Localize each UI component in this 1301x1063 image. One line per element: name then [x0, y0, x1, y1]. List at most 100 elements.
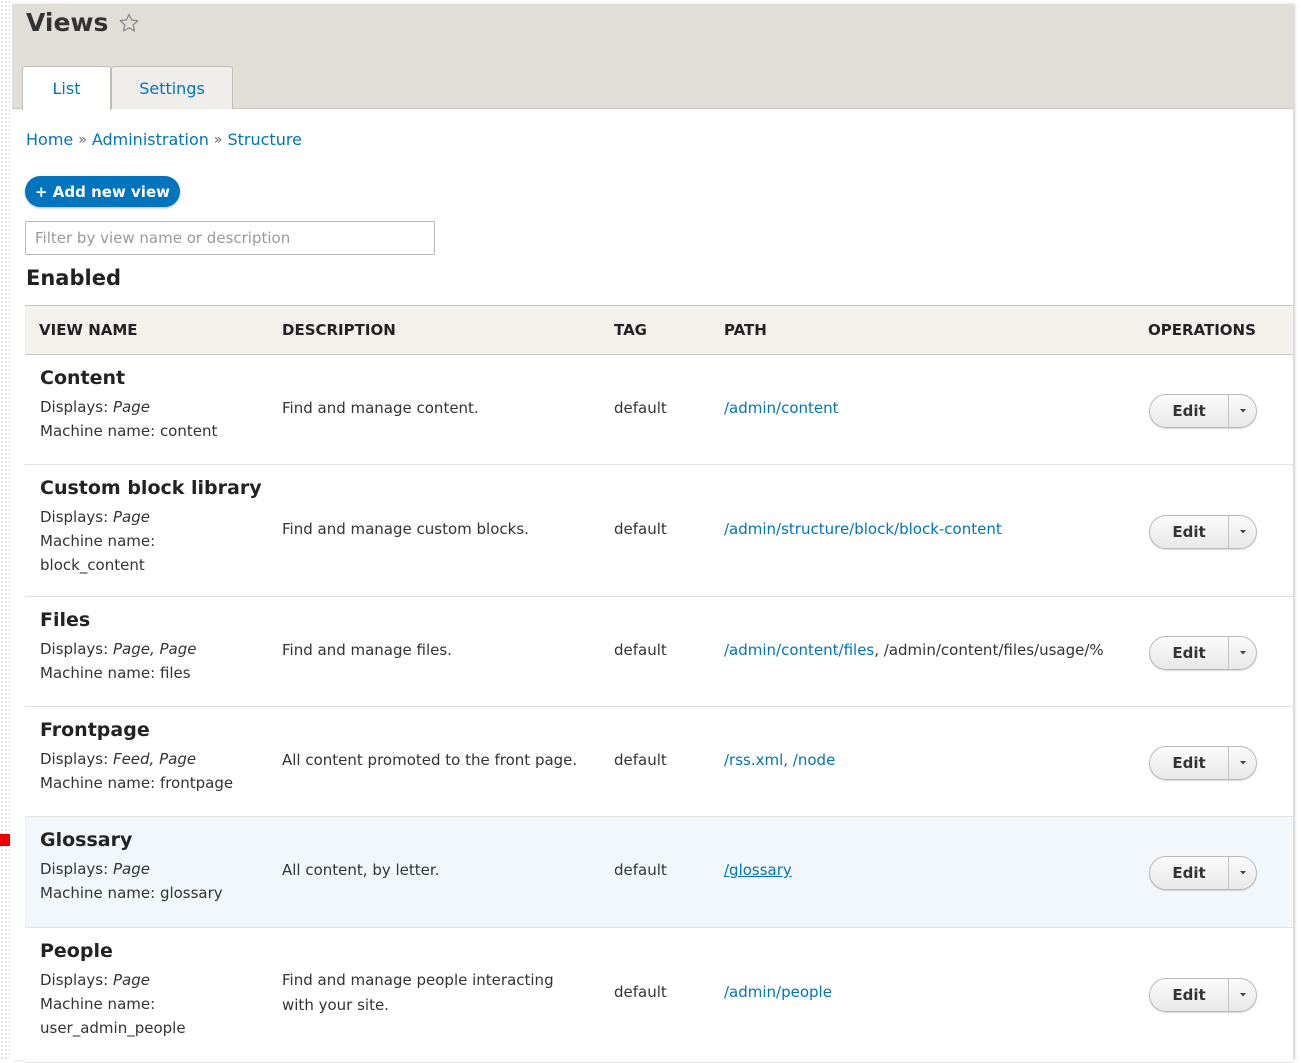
displays-value: Page	[112, 860, 150, 878]
displays-label: Displays:	[40, 398, 109, 416]
machine-name-value: block_content	[40, 556, 145, 574]
machine-name-label: Machine name:	[40, 532, 156, 550]
edit-button[interactable]: Edit	[1150, 395, 1229, 427]
page-title: Views	[26, 8, 140, 37]
displays-value: Page, Page	[112, 640, 197, 658]
breadcrumb-home[interactable]: Home	[26, 130, 73, 149]
chevron-down-icon	[1239, 409, 1246, 413]
table-row: Glossary Displays: Page Machine name: gl…	[25, 817, 1293, 928]
view-name-cell: Content Displays: Page Machine name: con…	[40, 367, 217, 443]
machine-name-value: content	[159, 422, 218, 440]
view-name: People	[40, 940, 113, 962]
add-new-view-button[interactable]: + Add new view	[25, 176, 180, 207]
header-description: DESCRIPTION	[282, 321, 396, 339]
displays-value: Feed, Page	[112, 750, 197, 768]
dropdown-toggle[interactable]	[1229, 516, 1256, 548]
header-path: PATH	[724, 321, 767, 339]
header-operations: OPERATIONS	[1148, 321, 1256, 339]
breadcrumb-separator: »	[213, 131, 223, 148]
path-link[interactable]: /admin/content/files	[724, 641, 874, 659]
view-name-cell: Files Displays: Page, Page Machine name:…	[40, 609, 196, 685]
path-link[interactable]: /rss.xml, /node	[724, 751, 835, 769]
operations-dropbutton: Edit	[1149, 515, 1257, 549]
left-edge-decoration	[0, 0, 10, 1060]
tag: default	[614, 520, 667, 538]
view-name: Content	[40, 367, 126, 389]
star-icon[interactable]	[118, 12, 140, 34]
displays-label: Displays:	[40, 971, 109, 989]
section-title-enabled: Enabled	[26, 266, 121, 290]
chevron-down-icon	[1239, 993, 1246, 997]
breadcrumb-structure[interactable]: Structure	[227, 130, 301, 149]
displays-label: Displays:	[40, 860, 109, 878]
filter-input[interactable]	[25, 221, 435, 255]
chevron-down-icon	[1239, 530, 1246, 534]
machine-name-value: files	[159, 664, 191, 682]
dropdown-toggle[interactable]	[1229, 637, 1256, 669]
view-name-cell: Custom block library Displays: Page Mach…	[40, 477, 262, 577]
operations-dropbutton: Edit	[1149, 746, 1257, 780]
edit-button[interactable]: Edit	[1150, 516, 1229, 548]
view-name: Files	[40, 609, 91, 631]
machine-name-value: glossary	[159, 884, 223, 902]
machine-name-label: Machine name:	[40, 995, 156, 1013]
description: Find and manage files.	[282, 641, 452, 659]
displays-value: Page	[112, 398, 150, 416]
view-name: Frontpage	[40, 719, 150, 741]
view-name-cell: People Displays: Page Machine name: user…	[40, 940, 186, 1040]
edit-button[interactable]: Edit	[1150, 747, 1229, 779]
chevron-down-icon	[1239, 651, 1246, 655]
machine-name-value: frontpage	[159, 774, 234, 792]
breadcrumb-separator: »	[78, 131, 87, 148]
view-name-cell: Glossary Displays: Page Machine name: gl…	[40, 829, 223, 905]
displays-label: Displays:	[40, 508, 109, 526]
row-marker	[0, 834, 10, 846]
dropdown-toggle[interactable]	[1229, 857, 1256, 889]
operations-dropbutton: Edit	[1149, 856, 1257, 890]
machine-name-label: Machine name:	[40, 774, 156, 792]
tag: default	[614, 751, 667, 769]
edit-button[interactable]: Edit	[1150, 637, 1229, 669]
path-link[interactable]: /admin/content	[724, 399, 839, 417]
tag: default	[614, 641, 667, 659]
description: Find and manage content.	[282, 399, 479, 417]
tab-settings[interactable]: Settings	[111, 66, 233, 109]
path-link-text[interactable]: /glossary	[724, 861, 792, 879]
dropdown-toggle[interactable]	[1229, 395, 1256, 427]
displays-value: Page	[112, 971, 150, 989]
displays-label: Displays:	[40, 640, 109, 658]
path-link[interactable]: /admin/structure/block/block-content	[724, 520, 1002, 538]
breadcrumb-administration[interactable]: Administration	[92, 130, 209, 149]
machine-name-label: Machine name:	[40, 884, 156, 902]
table-row: Content Displays: Page Machine name: con…	[25, 355, 1293, 465]
dropdown-toggle[interactable]	[1229, 747, 1256, 779]
path-link[interactable]: /glossary	[724, 861, 792, 879]
path-link[interactable]: /admin/people	[724, 983, 832, 1001]
machine-name-label: Machine name:	[40, 664, 156, 682]
table-row: Files Displays: Page, Page Machine name:…	[25, 597, 1293, 707]
edit-button[interactable]: Edit	[1150, 979, 1229, 1011]
tab-list[interactable]: List	[22, 66, 111, 110]
description: All content promoted to the front page.	[282, 751, 578, 769]
table-row: People Displays: Page Machine name: user…	[25, 928, 1293, 1063]
page-title-text: Views	[26, 8, 109, 37]
table-header: VIEW NAME DESCRIPTION TAG PATH OPERATION…	[25, 305, 1293, 355]
chevron-down-icon	[1239, 761, 1246, 765]
description: Find and manage custom blocks.	[282, 520, 529, 538]
view-name: Custom block library	[40, 477, 262, 499]
breadcrumb: Home » Administration » Structure	[26, 130, 302, 149]
view-name-cell: Frontpage Displays: Feed, Page Machine n…	[40, 719, 233, 795]
tag: default	[614, 399, 667, 417]
header-view-name[interactable]: VIEW NAME	[39, 321, 138, 339]
displays-value: Page	[112, 508, 150, 526]
dropdown-toggle[interactable]	[1229, 979, 1256, 1011]
views-table: VIEW NAME DESCRIPTION TAG PATH OPERATION…	[25, 305, 1293, 1063]
path-cell: /admin/content/files, /admin/content/fil…	[724, 641, 1104, 659]
edit-button[interactable]: Edit	[1150, 857, 1229, 889]
chevron-down-icon	[1239, 871, 1246, 875]
header-tag: TAG	[614, 321, 647, 339]
path-link-secondary[interactable]: , /admin/content/files/usage/%	[874, 641, 1103, 659]
views-page: Views List Settings Home » Administratio…	[12, 4, 1293, 1063]
page-header: Views List Settings	[12, 4, 1293, 110]
tabs: List Settings	[22, 66, 233, 110]
